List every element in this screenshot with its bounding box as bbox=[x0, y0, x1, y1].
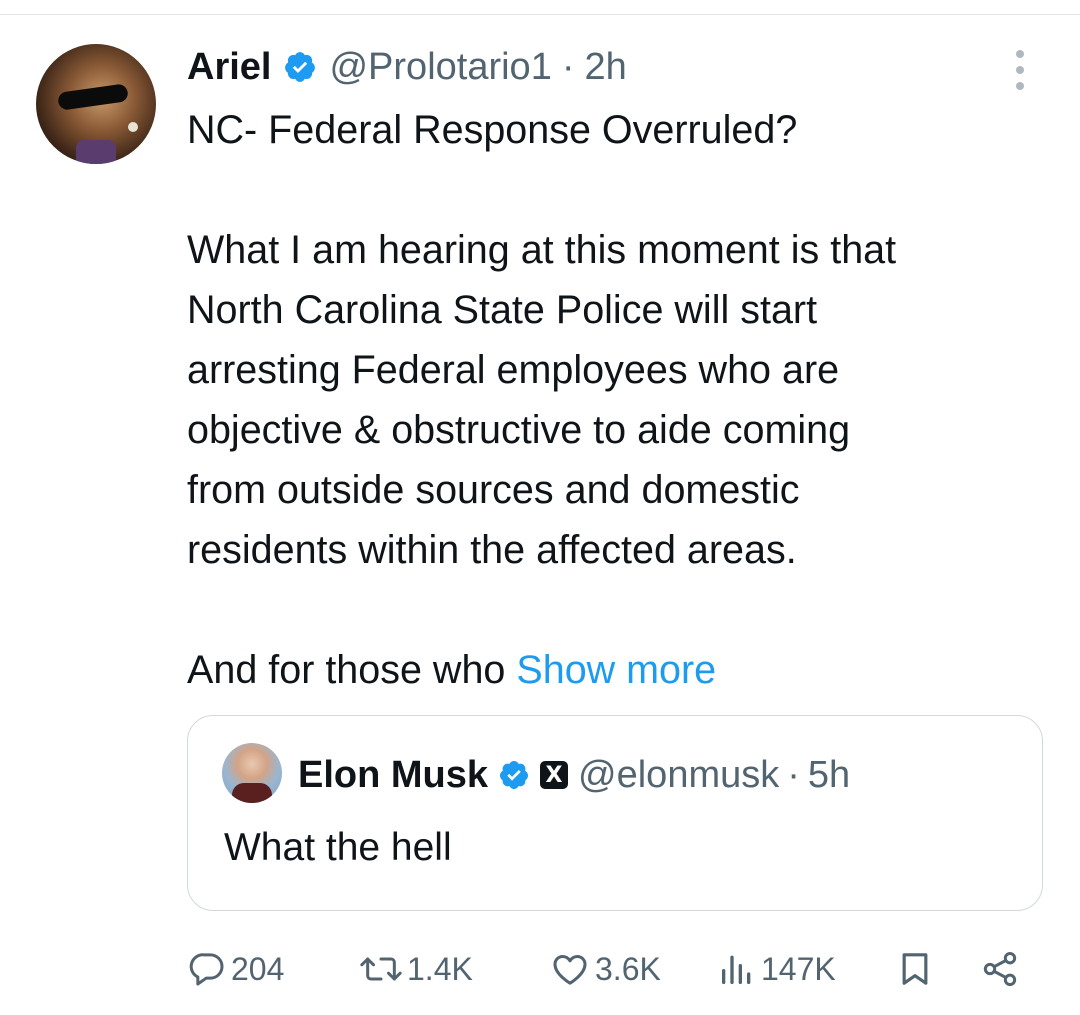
post-time[interactable]: 2h bbox=[584, 46, 626, 89]
post-text-line bbox=[187, 580, 1047, 640]
avatar-earring bbox=[128, 122, 138, 132]
post-text-line: arresting Federal employees who are bbox=[187, 348, 840, 392]
like-count: 3.6K bbox=[595, 950, 661, 987]
like-button[interactable]: 3.6K bbox=[549, 944, 661, 994]
bookmark-button[interactable] bbox=[895, 944, 935, 994]
post-text-last-line: And for those who Show more bbox=[187, 640, 1047, 700]
post-text-line: North Carolina State Police will start bbox=[187, 288, 818, 332]
repost-button[interactable]: 1.4K bbox=[359, 944, 473, 994]
verified-badge-icon bbox=[500, 761, 529, 789]
quoted-author-handle[interactable]: @elonmusk bbox=[578, 754, 779, 797]
views-button[interactable]: 147K bbox=[717, 944, 836, 994]
avatar-collar bbox=[76, 140, 116, 164]
verified-badge-icon bbox=[285, 52, 316, 82]
quoted-post-header: Elon Musk X @elonmusk · 5h bbox=[298, 750, 850, 800]
quoted-post-time[interactable]: 5h bbox=[808, 754, 850, 797]
avatar-suit bbox=[232, 783, 272, 803]
post-text-line: objective & obstructive to aide coming bbox=[187, 408, 851, 452]
quoted-author-avatar[interactable] bbox=[222, 743, 282, 803]
author-name[interactable]: Ariel bbox=[187, 46, 271, 89]
action-bar: 204 1.4K 3.6K 147K bbox=[187, 944, 1027, 994]
separator-dot: · bbox=[787, 753, 800, 796]
post-text-line: from outside sources and domestic bbox=[187, 468, 800, 512]
more-dot bbox=[1016, 82, 1024, 90]
show-more-link[interactable]: Show more bbox=[516, 648, 716, 692]
views-chart-icon bbox=[722, 955, 751, 984]
reply-button[interactable]: 204 bbox=[187, 944, 284, 994]
post-text: NC- Federal Response Overruled? What I a… bbox=[187, 100, 1047, 700]
repost-icon bbox=[360, 957, 402, 981]
author-avatar[interactable] bbox=[36, 44, 156, 164]
post-text-line: residents within the affected areas. bbox=[187, 528, 797, 572]
quoted-post[interactable]: Elon Musk X @elonmusk · 5h What the hell bbox=[187, 715, 1043, 911]
separator-dot: · bbox=[561, 45, 575, 88]
reply-count: 204 bbox=[231, 950, 285, 987]
more-dot bbox=[1016, 50, 1024, 58]
post-text-line bbox=[187, 160, 1047, 220]
post-text-line: NC- Federal Response Overruled? bbox=[187, 108, 798, 152]
quoted-author-name[interactable]: Elon Musk bbox=[298, 754, 488, 797]
post-text-tail: And for those who bbox=[187, 648, 517, 692]
more-dot bbox=[1016, 66, 1024, 74]
views-count: 147K bbox=[761, 950, 836, 987]
avatar-glasses bbox=[57, 83, 129, 111]
quoted-post-text: What the hell bbox=[224, 826, 452, 869]
share-icon bbox=[983, 952, 1017, 986]
top-divider bbox=[0, 14, 1080, 15]
share-button[interactable] bbox=[979, 944, 1021, 994]
heart-icon bbox=[553, 955, 587, 985]
more-options-icon[interactable] bbox=[1006, 50, 1034, 90]
author-handle[interactable]: @Prolotario1 bbox=[329, 46, 551, 89]
post-text-line: What I am hearing at this moment is that bbox=[187, 228, 897, 272]
reply-icon bbox=[189, 953, 224, 986]
post-header: Ariel @Prolotario1 · 2h bbox=[187, 40, 627, 94]
x-affiliation-badge[interactable]: X bbox=[540, 761, 569, 789]
repost-count: 1.4K bbox=[407, 950, 473, 987]
bookmark-icon bbox=[902, 953, 928, 985]
